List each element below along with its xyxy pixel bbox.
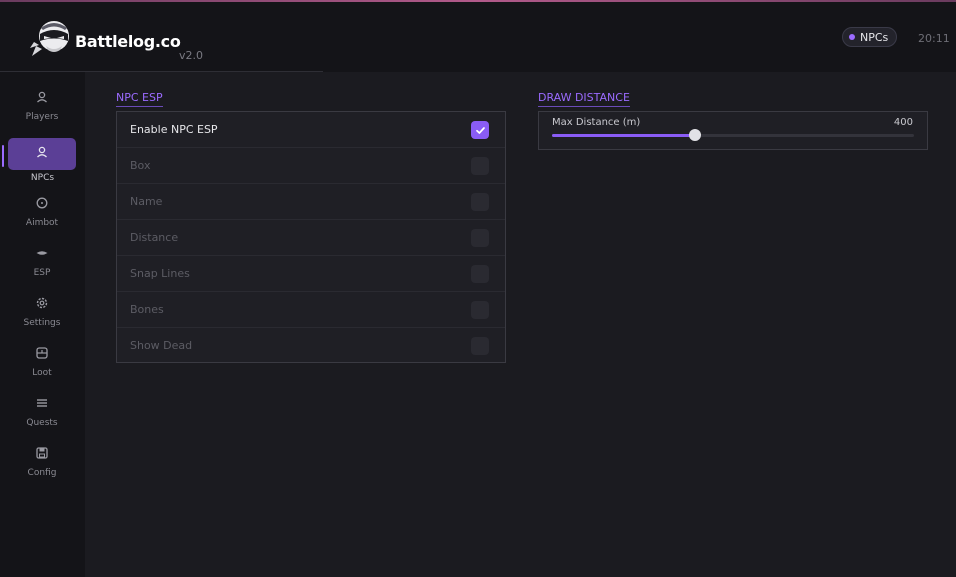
- npc-esp-section-title: NPC ESP: [116, 91, 163, 107]
- sidebar-item-esp[interactable]: ESP: [8, 246, 76, 278]
- name-checkbox[interactable]: [471, 193, 489, 211]
- sidebar-item-label: Loot: [32, 368, 52, 378]
- bones-checkbox[interactable]: [471, 301, 489, 319]
- save-icon: [36, 447, 48, 459]
- npc-esp-panel: Enable NPC ESP Box Name Distance Snap Li…: [116, 111, 506, 363]
- option-label: Show Dead: [130, 339, 193, 352]
- sidebar-item-aimbot[interactable]: Aimbot: [8, 196, 76, 228]
- version-label: v2.0: [179, 49, 204, 62]
- sidebar-item-label: Aimbot: [25, 218, 59, 228]
- snap-lines-checkbox[interactable]: [471, 265, 489, 283]
- checkmark-icon: [475, 126, 485, 134]
- active-nav-indicator: [2, 145, 4, 167]
- header: Battlelog.co v2.0 NPCs 20:11: [0, 2, 956, 72]
- option-label: Enable NPC ESP: [130, 123, 218, 136]
- max-distance-label: Max Distance (m): [552, 117, 641, 128]
- crosshair-icon: [36, 197, 48, 209]
- app-window: Battlelog.co v2.0 NPCs 20:11 Players NPC…: [0, 0, 956, 577]
- eye-icon: [36, 251, 48, 255]
- list-icon: [37, 399, 47, 407]
- max-distance-slider[interactable]: [552, 129, 914, 141]
- ninja-logo-icon: [30, 21, 69, 56]
- option-row-bones[interactable]: Bones: [117, 292, 505, 328]
- sidebar-item-settings[interactable]: Settings: [8, 296, 76, 328]
- slider-fill: [552, 134, 695, 137]
- draw-distance-panel: Max Distance (m) 400: [538, 111, 928, 150]
- sidebar-item-label: ESP: [33, 268, 51, 278]
- sidebar-item-label: NPCs: [30, 173, 55, 183]
- clock: 20:11: [918, 32, 950, 45]
- sidebar-item-loot[interactable]: Loot: [8, 346, 76, 378]
- option-label: Box: [130, 159, 151, 172]
- sidebar-item-label: Settings: [23, 318, 61, 328]
- slider-thumb[interactable]: [688, 129, 701, 141]
- option-label: Bones: [130, 303, 164, 316]
- sidebar-item-label: Quests: [26, 418, 58, 428]
- gear-icon: [36, 297, 48, 309]
- sidebar-item-label: Config: [27, 468, 57, 478]
- sidebar: Players NPCs Aimbot ESP Settings Loot Qu…: [0, 72, 85, 577]
- active-section-label: NPCs: [860, 30, 889, 44]
- active-section-pill[interactable]: NPCs: [842, 27, 898, 47]
- sidebar-item-npcs[interactable]: [8, 138, 76, 170]
- draw-distance-section-title: DRAW DISTANCE: [538, 91, 630, 107]
- option-row-enable-npc-esp[interactable]: Enable NPC ESP: [117, 112, 505, 148]
- user-icon: [37, 91, 47, 103]
- option-row-name[interactable]: Name: [117, 184, 505, 220]
- max-distance-value: 400: [893, 117, 913, 128]
- box-checkbox[interactable]: [471, 157, 489, 175]
- distance-checkbox[interactable]: [471, 229, 489, 247]
- option-row-distance[interactable]: Distance: [117, 220, 505, 256]
- brand-name: Battlelog.co: [75, 32, 181, 51]
- option-row-box[interactable]: Box: [117, 148, 505, 184]
- show-dead-checkbox[interactable]: [471, 337, 489, 355]
- option-row-show-dead[interactable]: Show Dead: [117, 328, 505, 364]
- sidebar-item-quests[interactable]: Quests: [8, 396, 76, 428]
- option-row-snap-lines[interactable]: Snap Lines: [117, 256, 505, 292]
- option-label: Name: [130, 195, 163, 208]
- npc-icon: [37, 146, 47, 158]
- option-label: Snap Lines: [130, 267, 190, 280]
- sidebar-item-players[interactable]: Players: [8, 90, 76, 122]
- sidebar-item-label: Players: [25, 112, 59, 122]
- status-dot-icon: [849, 34, 855, 40]
- loot-box-icon: [36, 347, 48, 359]
- option-label: Distance: [130, 231, 179, 244]
- enable-npc-esp-checkbox[interactable]: [471, 121, 489, 139]
- sidebar-item-config[interactable]: Config: [8, 446, 76, 478]
